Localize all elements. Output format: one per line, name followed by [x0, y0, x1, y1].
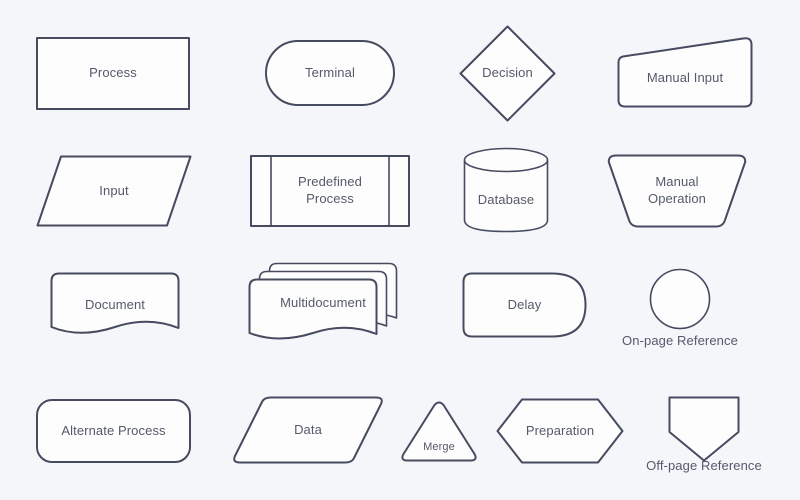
shape-document[interactable]: Document [50, 272, 180, 338]
merge-shape-icon [401, 401, 477, 462]
manual-input-shape-icon [617, 37, 753, 108]
terminal-shape-icon [265, 40, 395, 106]
document-shape-icon [50, 272, 180, 334]
shape-label-off-page-reference: Off-page Reference [646, 458, 762, 473]
shape-database[interactable]: Database [463, 147, 549, 233]
delay-shape-icon [462, 272, 587, 338]
shape-data[interactable]: Data [232, 396, 384, 464]
data-shape-icon [233, 396, 383, 464]
shape-multidocument[interactable]: Multidocument [248, 262, 398, 344]
manual-operation-shape-icon [607, 154, 747, 228]
on-page-reference-shape-icon [649, 268, 711, 330]
shape-input[interactable]: Input [36, 155, 192, 227]
shape-predefined-process[interactable]: Predefined Process [250, 155, 410, 227]
database-shape-icon [463, 147, 549, 233]
process-shape-icon [36, 37, 190, 110]
flowchart-shapes-board: Process Terminal Decision Manual Input I… [0, 0, 800, 500]
preparation-shape-icon [496, 398, 624, 464]
shape-process[interactable]: Process [36, 37, 190, 110]
decision-shape-icon [459, 25, 556, 122]
shape-merge[interactable]: Merge [401, 401, 477, 462]
shape-manual-operation[interactable]: Manual Operation [607, 154, 747, 228]
off-page-reference-shape-icon [668, 396, 740, 462]
shape-preparation[interactable]: Preparation [496, 398, 624, 464]
shape-alternate-process[interactable]: Alternate Process [36, 399, 191, 463]
input-shape-icon [36, 155, 192, 227]
predefined-process-shape-icon [250, 155, 410, 227]
multidocument-shape-icon [248, 262, 398, 340]
shape-on-page-reference[interactable] [649, 268, 711, 330]
shape-manual-input[interactable]: Manual Input [617, 36, 753, 108]
alternate-process-shape-icon [36, 399, 191, 463]
shape-off-page-reference[interactable] [668, 396, 740, 462]
shape-terminal[interactable]: Terminal [265, 40, 395, 106]
shape-delay[interactable]: Delay [462, 272, 587, 338]
shape-label-on-page-reference: On-page Reference [622, 333, 738, 348]
shape-decision[interactable]: Decision [459, 25, 556, 122]
